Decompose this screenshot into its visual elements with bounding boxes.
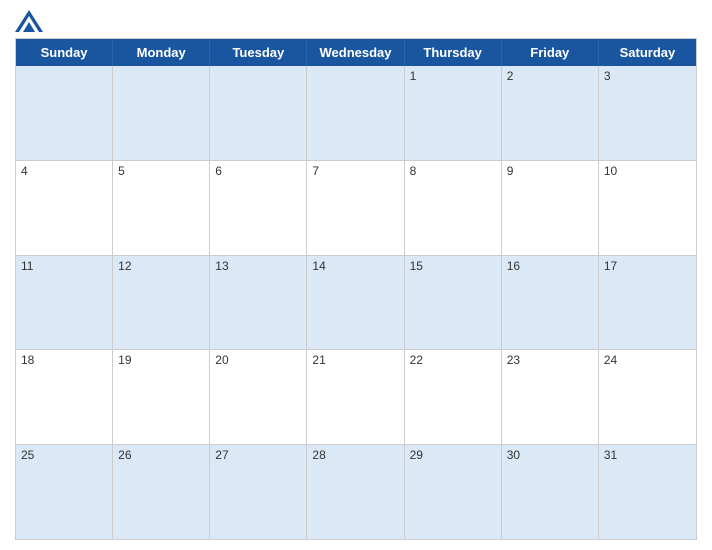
day-number: 1 — [410, 69, 496, 83]
calendar-week-3: 18 19 20 21 22 23 24 — [16, 350, 696, 445]
day-number: 5 — [118, 164, 204, 178]
calendar-day: 6 — [210, 161, 307, 255]
day-number: 21 — [312, 353, 398, 367]
calendar-day: 22 — [405, 350, 502, 444]
header-cell-monday: Monday — [113, 39, 210, 66]
header-cell-tuesday: Tuesday — [210, 39, 307, 66]
day-number: 29 — [410, 448, 496, 462]
day-number: 15 — [410, 259, 496, 273]
day-number: 9 — [507, 164, 593, 178]
calendar-day: 8 — [405, 161, 502, 255]
calendar-day: 31 — [599, 445, 696, 539]
day-number: 19 — [118, 353, 204, 367]
header-cell-thursday: Thursday — [405, 39, 502, 66]
calendar-week-1: 456789 10 — [16, 161, 696, 256]
calendar-day: 18 — [16, 350, 113, 444]
header-cell-wednesday: Wednesday — [307, 39, 404, 66]
calendar-day: 11 — [16, 256, 113, 350]
day-number: 31 — [604, 448, 691, 462]
calendar-day: 17 — [599, 256, 696, 350]
calendar-day: 13 — [210, 256, 307, 350]
day-number: 6 — [215, 164, 301, 178]
header-cell-saturday: Saturday — [599, 39, 696, 66]
day-number: 3 — [604, 69, 691, 83]
calendar-day: 24 — [599, 350, 696, 444]
calendar-day — [16, 66, 113, 160]
calendar-day — [307, 66, 404, 160]
day-number: 18 — [21, 353, 107, 367]
day-number: 23 — [507, 353, 593, 367]
calendar-day: 28 — [307, 445, 404, 539]
page-header — [15, 10, 697, 32]
calendar-header-row: SundayMondayTuesdayWednesdayThursdayFrid… — [16, 39, 696, 66]
calendar-day: 12 — [113, 256, 210, 350]
calendar-day: 9 — [502, 161, 599, 255]
logo-icon — [15, 10, 43, 32]
day-number: 17 — [604, 259, 691, 273]
calendar-day: 2 — [502, 66, 599, 160]
calendar-day: 16 — [502, 256, 599, 350]
calendar-day: 26 — [113, 445, 210, 539]
day-number: 8 — [410, 164, 496, 178]
day-number: 13 — [215, 259, 301, 273]
calendar-day: 14 — [307, 256, 404, 350]
day-number: 20 — [215, 353, 301, 367]
calendar-body: 1234567891011121314151617181920212223242… — [16, 66, 696, 539]
calendar-day: 30 — [502, 445, 599, 539]
day-number: 28 — [312, 448, 398, 462]
header-cell-friday: Friday — [502, 39, 599, 66]
calendar-week-2: 11 12 13 14 15 16 17 — [16, 256, 696, 351]
calendar-week-0: 123 — [16, 66, 696, 161]
calendar-day — [113, 66, 210, 160]
day-number: 7 — [312, 164, 398, 178]
calendar-day: 10 — [599, 161, 696, 255]
calendar-day: 7 — [307, 161, 404, 255]
day-number: 27 — [215, 448, 301, 462]
day-number: 26 — [118, 448, 204, 462]
calendar-day: 4 — [16, 161, 113, 255]
day-number: 24 — [604, 353, 691, 367]
day-number: 11 — [21, 259, 107, 273]
day-number: 12 — [118, 259, 204, 273]
logo — [15, 10, 47, 32]
calendar-day — [210, 66, 307, 160]
day-number: 4 — [21, 164, 107, 178]
calendar-day: 15 — [405, 256, 502, 350]
calendar-day: 29 — [405, 445, 502, 539]
header-cell-sunday: Sunday — [16, 39, 113, 66]
calendar-week-4: 25 26 27 28 29 30 31 — [16, 445, 696, 539]
calendar-day: 23 — [502, 350, 599, 444]
calendar-day: 3 — [599, 66, 696, 160]
day-number: 10 — [604, 164, 691, 178]
calendar-day: 20 — [210, 350, 307, 444]
day-number: 25 — [21, 448, 107, 462]
day-number: 2 — [507, 69, 593, 83]
calendar: SundayMondayTuesdayWednesdayThursdayFrid… — [15, 38, 697, 540]
calendar-day: 25 — [16, 445, 113, 539]
calendar-day: 19 — [113, 350, 210, 444]
day-number: 30 — [507, 448, 593, 462]
calendar-page: SundayMondayTuesdayWednesdayThursdayFrid… — [0, 0, 712, 550]
calendar-day: 5 — [113, 161, 210, 255]
calendar-day: 27 — [210, 445, 307, 539]
calendar-day: 21 — [307, 350, 404, 444]
day-number: 16 — [507, 259, 593, 273]
day-number: 22 — [410, 353, 496, 367]
calendar-day: 1 — [405, 66, 502, 160]
day-number: 14 — [312, 259, 398, 273]
